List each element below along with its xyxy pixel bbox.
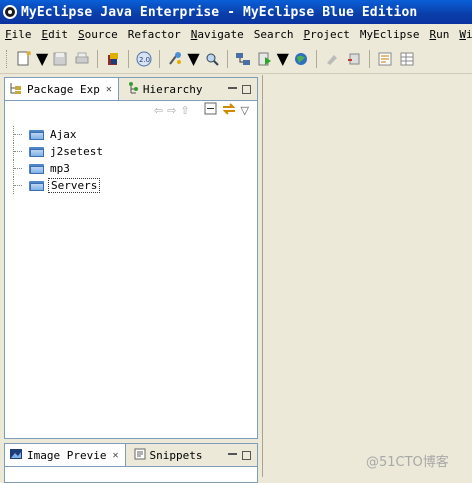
folder-icon (29, 180, 44, 191)
new-wizard-button[interactable]: * (14, 49, 34, 69)
folder-icon (29, 146, 44, 157)
toolbar-separator (226, 49, 228, 68)
explorer-view-toolbar: ⇦ ⇨ ⇧ ▽ (5, 100, 257, 120)
image-preview-panel: Image Previe ✕ Snippets (4, 443, 258, 483)
toolbar-separator (128, 49, 130, 68)
link-with-editor-icon[interactable] (221, 102, 237, 119)
folder-icon (29, 163, 44, 174)
open-type-button[interactable] (103, 49, 123, 69)
java-ee-version-button[interactable]: 2.0 (134, 49, 154, 69)
main-toolbar: * ▼ 2.0 ▼ ▼ (0, 44, 472, 74)
explorer-tab-row: Package Exp ✕ Hierarchy (5, 78, 257, 101)
toolbar-separator (159, 49, 161, 68)
maximize-icon[interactable] (242, 84, 251, 94)
view-window-controls (228, 444, 257, 466)
deploy-button[interactable] (233, 49, 253, 69)
toolbar-separator (97, 49, 99, 68)
print-button[interactable] (72, 49, 92, 69)
editor-area[interactable] (262, 75, 472, 477)
tree-connector (13, 143, 27, 160)
app-icon[interactable] (3, 5, 17, 19)
toolbar-separator (315, 49, 317, 68)
back-icon[interactable]: ⇦ (154, 104, 163, 117)
svg-text:*: * (26, 51, 30, 60)
tree-item-label: Servers (48, 178, 101, 193)
package-explorer-icon (9, 81, 23, 98)
tree-connector (13, 126, 27, 143)
toolbar-separator (368, 49, 370, 68)
tab-label: Image Previe (27, 448, 107, 462)
up-icon[interactable]: ⇧ (180, 104, 189, 117)
snippets-icon (134, 448, 146, 463)
last-edit-button[interactable] (344, 49, 364, 69)
tab-package-explorer[interactable]: Package Exp ✕ (5, 78, 119, 100)
bottom-tab-row: Image Previe ✕ Snippets (5, 444, 257, 467)
menu-myeclipse[interactable]: MyEclipse (355, 28, 425, 41)
tree-item-label: Ajax (50, 128, 77, 141)
new-dropdown-icon[interactable]: ▼ (36, 49, 48, 68)
project-tree: Ajax j2setest mp3 Servers (13, 126, 105, 194)
hierarchy-icon (127, 81, 139, 98)
menu-bar: File Edit Source Refactor Navigate Search Proj… (0, 24, 472, 44)
search-button[interactable] (202, 49, 222, 69)
menu-search[interactable]: Search (249, 28, 299, 41)
save-button[interactable] (50, 49, 70, 69)
tree-item-mp3[interactable]: mp3 (13, 160, 105, 177)
menu-file[interactable]: File (0, 28, 37, 41)
folder-icon (29, 129, 44, 140)
tree-item-ajax[interactable]: Ajax (13, 126, 105, 143)
image-preview-icon (9, 448, 23, 463)
tab-label: Package Exp (27, 82, 100, 96)
menu-window[interactable]: Windo (454, 28, 472, 41)
tree-item-label: j2setest (50, 145, 103, 158)
svg-text:2.0: 2.0 (139, 56, 150, 64)
open-perspective-button[interactable] (165, 49, 185, 69)
tree-item-j2setest[interactable]: j2setest (13, 143, 105, 160)
tree-item-label: mp3 (50, 162, 70, 175)
tree-connector (13, 177, 27, 194)
run-dropdown-icon[interactable]: ▼ (277, 49, 289, 68)
forward-icon[interactable]: ⇨ (167, 104, 176, 117)
view-window-controls (228, 78, 257, 100)
close-icon[interactable]: ✕ (112, 450, 118, 461)
table-button[interactable] (397, 49, 417, 69)
tab-image-preview[interactable]: Image Previe ✕ (5, 444, 126, 466)
toolbar-grip[interactable] (6, 49, 10, 68)
menu-run[interactable]: Run (424, 28, 454, 41)
tab-label: Snippets (149, 448, 203, 462)
run-server-button[interactable] (255, 49, 275, 69)
perspective-dropdown-icon[interactable]: ▼ (187, 49, 199, 68)
view-menu-icon[interactable]: ▽ (241, 104, 249, 117)
menu-navigate[interactable]: Navigate (186, 28, 249, 41)
tab-label: Hierarchy (142, 82, 203, 96)
watermark: @51CTO博客 (366, 455, 449, 470)
web-browser-button[interactable] (291, 49, 311, 69)
title-bar[interactable]: MyEclipse Java Enterprise - MyEclipse Bl… (0, 0, 472, 24)
tree-connector (13, 160, 27, 177)
window-title: MyEclipse Java Enterprise - MyEclipse Bl… (21, 4, 418, 20)
minimize-icon[interactable] (228, 86, 237, 90)
tab-hierarchy[interactable]: Hierarchy (119, 78, 209, 100)
maximize-icon[interactable] (242, 450, 251, 460)
menu-source[interactable]: Source (73, 28, 123, 41)
package-explorer-panel: Package Exp ✕ Hierarchy ⇦ ⇨ ⇧ ▽ Ajax j2se… (4, 77, 258, 439)
close-icon[interactable]: ✕ (106, 84, 112, 95)
back-history-button[interactable] (322, 49, 342, 69)
menu-project[interactable]: Project (298, 28, 354, 41)
tree-item-servers[interactable]: Servers (13, 177, 105, 194)
menu-refactor[interactable]: Refactor (123, 28, 186, 41)
minimize-icon[interactable] (228, 452, 237, 456)
menu-edit[interactable]: Edit (37, 28, 74, 41)
collapse-all-icon[interactable] (204, 102, 217, 118)
tab-snippets[interactable]: Snippets (126, 444, 209, 466)
outline-button[interactable] (375, 49, 395, 69)
